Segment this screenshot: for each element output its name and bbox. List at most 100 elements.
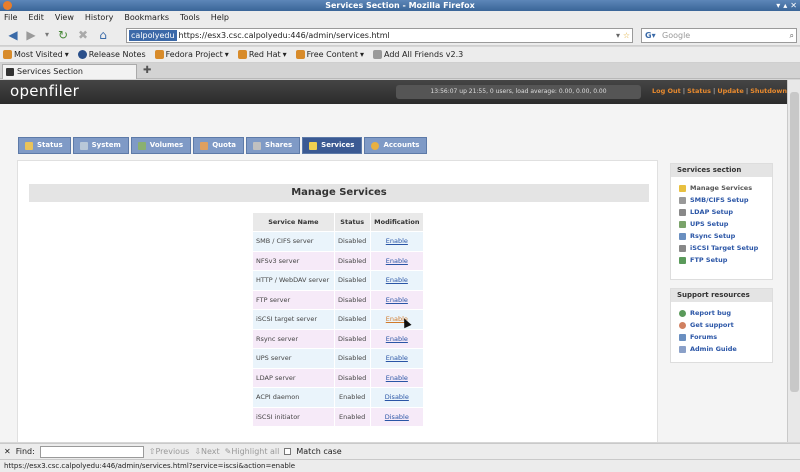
url-text: https://esx3.csc.calpolyedu:446/admin/se… [178,31,390,40]
column-header: Status [334,213,370,231]
sidebar-item-ldap-setup[interactable]: LDAP Setup [671,206,772,218]
sidebar-item-ftp-setup[interactable]: FTP Setup [671,254,772,266]
find-previous-button[interactable]: ⇧Previous [149,447,190,456]
bookmark-release-notes[interactable]: Release Notes [77,50,146,59]
update-link[interactable]: Update [717,87,744,95]
history-dropdown-icon[interactable]: ▾ [40,28,54,42]
status-bar: https://esx3.csc.calpolyedu:446/admin/se… [0,459,800,472]
sidebar-item-admin-guide[interactable]: Admin Guide [671,343,772,355]
table-row: UPS server Disabled Enable [253,349,423,368]
service-status: Disabled [334,271,370,290]
back-icon[interactable]: ◀ [6,28,20,42]
chevron-down-icon: ▾ [359,50,364,59]
tab-services-section[interactable]: Services Section [2,64,137,79]
bookmark-add-all-friends[interactable]: Add All Friends v2.3 [372,50,463,59]
tab-services[interactable]: Services [302,137,363,154]
search-icon[interactable]: ⌕ [790,29,794,42]
support-icon [679,321,686,329]
menu-history[interactable]: History [85,13,113,22]
menu-bookmarks[interactable]: Bookmarks [124,13,169,22]
google-icon[interactable]: G▾ [645,29,656,42]
logout-link[interactable]: Log Out [652,87,681,95]
bookmark-free-content[interactable]: Free Content ▾ [295,50,364,59]
tab-system[interactable]: System [72,137,129,154]
menu-edit[interactable]: Edit [28,13,44,22]
forward-icon[interactable]: ▶ [24,28,38,42]
bookmark-fedora-project[interactable]: Fedora Project ▾ [154,50,229,59]
minimize-icon[interactable]: ▾ [776,1,780,10]
bookmark-star-icon[interactable]: ☆ [623,29,630,42]
bug-icon [679,309,686,317]
window-title: Services Section - Mozilla Firefox [325,1,475,10]
window-title-bar: Services Section - Mozilla Firefox ▾ ▴ ✕ [0,0,800,11]
openfiler-favicon-icon [6,68,14,76]
service-status: Enabled [334,388,370,407]
service-name: Rsync server [253,329,334,348]
highlight-all-button[interactable]: ✎Highlight all [225,447,280,456]
bookmark-red-hat[interactable]: Red Hat ▾ [237,50,287,59]
stop-icon[interactable]: ✖ [76,28,90,42]
sidebar-item-get-support[interactable]: Get support [671,319,772,331]
quota-icon [200,141,209,150]
scrollbar-thumb[interactable] [790,92,799,392]
sidebar-item-forums[interactable]: Forums [671,331,772,343]
sidebar-item-report-bug[interactable]: Report bug [671,307,772,319]
url-bar[interactable]: calpolyedu https://esx3.csc.calpolyedu:44… [126,28,633,43]
sidebar-item-rsync-setup[interactable]: Rsync Setup [671,230,772,242]
enable-link[interactable]: Enable [386,354,408,362]
sync-icon [679,232,686,240]
table-row: LDAP server Disabled Enable [253,368,423,387]
service-name: UPS server [253,349,334,368]
match-case-checkbox[interactable] [284,448,292,455]
shutdown-link[interactable]: Shutdown [750,87,787,95]
menu-tools[interactable]: Tools [180,13,200,22]
new-tab-icon[interactable]: ✚ [143,65,151,76]
service-status: Disabled [334,251,370,270]
enable-link[interactable]: Enable [386,374,408,382]
enable-link[interactable]: Enable [386,276,408,284]
tab-status[interactable]: Status [18,137,71,154]
home-icon[interactable]: ⌂ [96,28,110,42]
tab-shares[interactable]: Shares [246,137,301,154]
system-icon [79,141,88,150]
enable-link[interactable]: Enable [386,257,408,265]
status-link[interactable]: Status [687,87,711,95]
maximize-icon[interactable]: ▴ [783,1,787,10]
disable-link[interactable]: Disable [385,413,409,421]
sidebar-item-smb-cifs-setup[interactable]: SMB/CIFS Setup [671,194,772,206]
ftp-icon [679,256,686,264]
menu-view[interactable]: View [55,13,74,22]
tab-bar: Services Section ✚ [0,63,800,79]
fedora-icon [77,50,87,59]
site-identity-button[interactable]: calpolyedu [129,30,177,41]
close-find-icon[interactable]: ✕ [4,447,11,456]
tab-volumes[interactable]: Volumes [130,137,192,154]
folder-icon [237,50,247,59]
sidebar-item-ups-setup[interactable]: UPS Setup [671,218,772,230]
sidebar-item-iscsi-target-setup[interactable]: iSCSI Target Setup [671,242,772,254]
enable-link[interactable]: Enable [386,237,408,245]
url-dropdown-icon[interactable]: ▾ [616,29,620,42]
search-input[interactable]: G▾ Google ⌕ [641,28,797,43]
find-next-button[interactable]: ⇩Next [194,447,219,456]
close-icon[interactable]: ✕ [790,1,797,10]
folder-icon [295,50,305,59]
enable-link[interactable]: Enable [386,335,408,343]
tab-quota[interactable]: Quota [193,137,245,154]
reload-icon[interactable]: ↻ [56,28,70,42]
service-status: Disabled [334,349,370,368]
menu-help[interactable]: Help [211,13,229,22]
disable-link[interactable]: Disable [385,393,409,401]
sidebar-item-manage-services[interactable]: Manage Services [671,182,772,194]
volumes-icon [137,141,146,150]
openfiler-nav-tabs: Status System Volumes Quota Shares Servi… [18,137,428,154]
menu-file[interactable]: File [4,13,17,22]
tab-accounts[interactable]: Accounts [364,137,428,154]
system-status-line: 13:56:07 up 21:55, 0 users, load average… [396,85,641,99]
find-input[interactable] [39,445,144,458]
vertical-scrollbar[interactable] [787,80,800,442]
service-name: ACPI daemon [253,388,334,407]
enable-link[interactable]: Enable [386,296,408,304]
bookmark-most-visited[interactable]: Most Visited ▾ [3,50,69,59]
table-row: Rsync server Disabled Enable [253,329,423,348]
